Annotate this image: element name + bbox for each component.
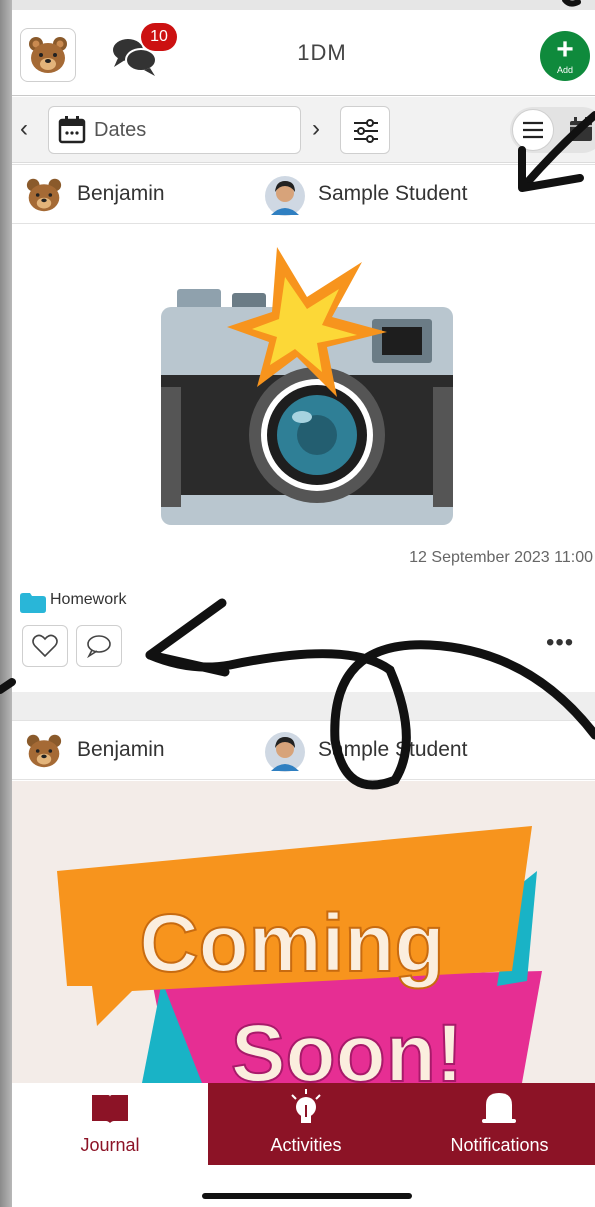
calendar-view-icon[interactable] — [568, 117, 594, 143]
add-button[interactable]: + Add — [540, 31, 590, 81]
unread-count-badge: 10 — [141, 23, 177, 51]
bottom-navigation: Journal Activities Notifications — [12, 1083, 595, 1165]
add-label: Add — [556, 65, 573, 75]
status-bar — [0, 0, 595, 10]
post-timestamp: 12 September 2023 11:00 — [409, 549, 593, 566]
nav-journal[interactable]: Journal — [12, 1083, 208, 1165]
filter-settings-button[interactable] — [340, 106, 390, 154]
bear-icon — [29, 37, 67, 73]
plus-icon: + — [556, 33, 574, 66]
nav-activities-label: Activities — [270, 1135, 342, 1155]
bell-icon — [482, 1093, 516, 1123]
filter-toolbar: ‹ Dates › — [12, 97, 595, 163]
page-title: 1DM — [297, 40, 347, 65]
coming-soon-image[interactable]: Coming Soon! — [12, 781, 595, 1083]
previous-date-chevron-icon[interactable]: ‹ — [20, 117, 28, 141]
home-indicator[interactable] — [202, 1193, 412, 1199]
student-name: Sample Student — [318, 738, 468, 761]
bear-icon — [26, 178, 62, 212]
post-header: Benjamin Sample Student — [12, 164, 595, 224]
like-button[interactable] — [22, 625, 68, 667]
soon-text: Soon! — [231, 1008, 463, 1083]
folder-label: Homework — [50, 591, 127, 608]
bear-icon — [26, 734, 62, 768]
student-name: Sample Student — [318, 182, 468, 205]
home-indicator-area — [12, 1165, 595, 1207]
nav-notifications[interactable]: Notifications — [404, 1083, 595, 1165]
next-date-chevron-icon[interactable]: › — [312, 117, 320, 141]
post-header: Benjamin Sample Student — [12, 720, 595, 780]
comment-button[interactable] — [76, 625, 122, 667]
more-options-icon[interactable]: ••• — [546, 629, 574, 657]
calendar-icon — [58, 116, 86, 144]
folder-icon — [20, 593, 46, 613]
post-card: Coming Soon! — [12, 781, 595, 1083]
dates-picker[interactable]: Dates — [48, 106, 301, 154]
dates-label: Dates — [94, 119, 147, 141]
post-separator — [12, 692, 595, 720]
student-avatar-icon — [265, 732, 305, 772]
app-screen: 10 1DM + Add ‹ Dates › Benjamin Sample S… — [0, 0, 595, 1207]
student-avatar-icon — [265, 176, 305, 216]
nav-journal-label: Journal — [80, 1135, 140, 1155]
list-icon — [523, 121, 543, 139]
book-icon — [92, 1095, 128, 1123]
list-view-option[interactable] — [512, 109, 554, 151]
camera-flash-image[interactable] — [157, 247, 457, 537]
device-edge — [0, 0, 12, 1207]
heart-icon — [32, 634, 58, 658]
coming-text: Coming — [139, 898, 444, 989]
profile-avatar-button[interactable] — [20, 28, 76, 82]
app-header: 10 1DM + Add — [12, 18, 595, 96]
teacher-name: Benjamin — [77, 738, 165, 761]
sliders-icon — [354, 119, 378, 143]
post-card: 12 September 2023 11:00 Homework ••• — [12, 225, 595, 692]
view-mode-toggle[interactable] — [510, 107, 595, 153]
nav-activities[interactable]: Activities — [208, 1083, 404, 1165]
lightbulb-icon — [291, 1089, 321, 1123]
teacher-name: Benjamin — [77, 182, 165, 205]
comment-icon — [87, 635, 111, 658]
nav-notifications-label: Notifications — [450, 1135, 549, 1155]
